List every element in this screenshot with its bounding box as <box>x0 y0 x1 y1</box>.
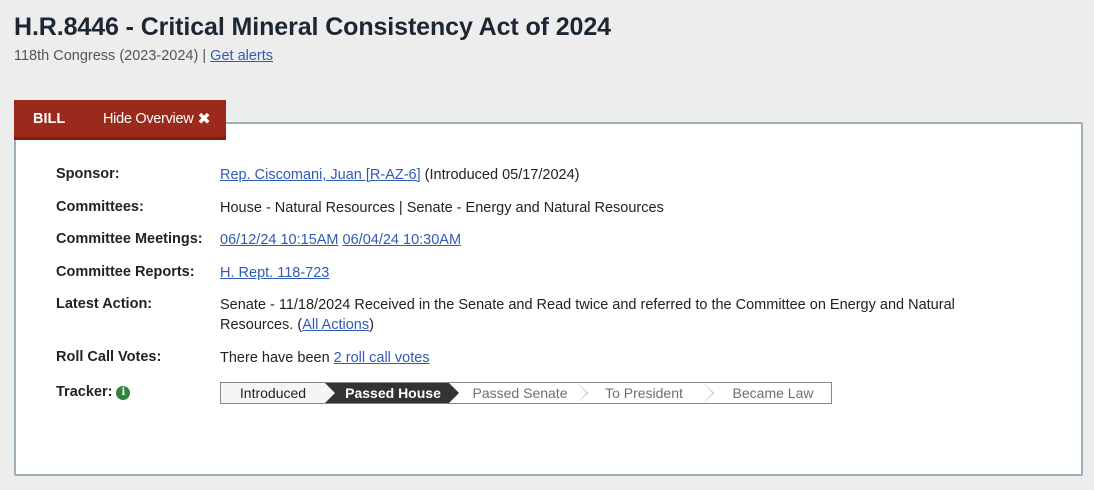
bill-subtitle: 118th Congress (2023-2024) | Get alerts <box>14 48 273 64</box>
tracker-step-to-president: To President <box>577 383 714 403</box>
congress-label: 118th Congress (2023-2024) <box>14 48 199 64</box>
tracker-label-wrap: Tracker: i <box>56 384 131 400</box>
sponsor-link[interactable]: Rep. Ciscomani, Juan [R-AZ-6] <box>220 167 421 183</box>
committee-reports-label: Committee Reports: <box>56 264 195 280</box>
tracker-step-became-law: Became Law <box>703 383 831 403</box>
committees-value: House - Natural Resources | Senate - Ene… <box>220 200 664 216</box>
roll-call-label: Roll Call Votes: <box>56 349 162 365</box>
overview-panel: Sponsor: Rep. Ciscomani, Juan [R-AZ-6] (… <box>14 122 1083 476</box>
tab-bill[interactable]: BILL <box>14 111 103 127</box>
latest-action-label: Latest Action: <box>56 296 153 312</box>
close-icon: ✖ <box>197 110 211 128</box>
committees-label: Committees: <box>56 199 144 215</box>
latest-action-value: Senate - 11/18/2024 Received in the Sena… <box>220 295 1020 335</box>
info-icon[interactable]: i <box>116 386 131 400</box>
hide-overview-label: Hide Overview <box>103 110 194 127</box>
tracker-arrow <box>449 383 459 403</box>
tracker-step-passed-house: Passed House <box>325 383 459 403</box>
tracker-step-passed-senate: Passed Senate <box>449 383 588 403</box>
roll-call-text: There have been <box>220 350 334 366</box>
separator: | <box>202 48 207 64</box>
introduced-date: (Introduced 05/17/2024) <box>420 167 580 183</box>
roll-call-link[interactable]: 2 roll call votes <box>334 350 430 366</box>
tracker-step-label: To President <box>605 385 683 401</box>
tracker-arrow <box>703 383 713 403</box>
tracker-step-label: Passed House <box>345 385 441 401</box>
tracker-arrow <box>325 383 335 403</box>
bill-tracker: Introduced Passed House Passed Senate To… <box>220 382 832 404</box>
meeting-link[interactable]: 06/04/24 10:30AM <box>343 232 462 248</box>
page-title: H.R.8446 - Critical Mineral Consistency … <box>14 13 611 41</box>
committee-meetings-label: Committee Meetings: <box>56 231 203 247</box>
tracker-arrow <box>577 383 587 403</box>
committee-reports-value: H. Rept. 118-723 <box>220 263 1020 283</box>
tracker-step-label: Passed Senate <box>472 385 568 401</box>
hide-overview-button[interactable]: Hide Overview ✖ <box>103 109 211 129</box>
tracker-step-label: Introduced <box>239 385 307 401</box>
committee-report-link[interactable]: H. Rept. 118-723 <box>220 265 329 281</box>
committee-meetings-value: 06/12/24 10:15AM 06/04/24 10:30AM <box>220 230 1020 250</box>
tracker-step-introduced: Introduced <box>221 383 335 403</box>
latest-action-close: ) <box>369 317 374 333</box>
sponsor-label: Sponsor: <box>56 166 120 182</box>
tracker-label: Tracker: <box>56 384 113 400</box>
overview-tabbar: BILL Hide Overview ✖ <box>14 100 226 140</box>
roll-call-value: There have been 2 roll call votes <box>220 348 1020 368</box>
meeting-link[interactable]: 06/12/24 10:15AM <box>220 232 339 248</box>
sponsor-value: Rep. Ciscomani, Juan [R-AZ-6] (Introduce… <box>220 165 1020 185</box>
all-actions-link[interactable]: All Actions <box>302 317 369 333</box>
tracker-step-label: Became Law <box>732 385 814 401</box>
get-alerts-link[interactable]: Get alerts <box>210 48 273 64</box>
